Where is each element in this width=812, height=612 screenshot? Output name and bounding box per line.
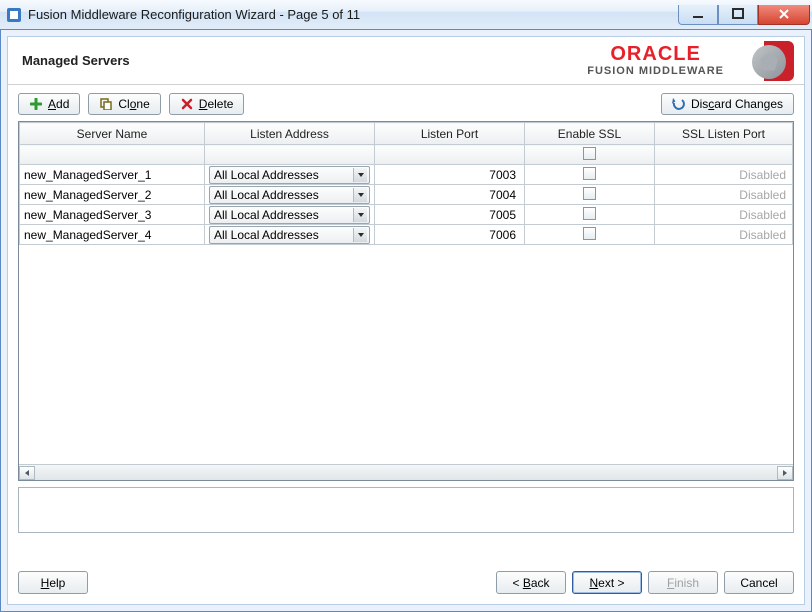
cell-listen-port[interactable]: 7006 (375, 225, 525, 245)
maximize-button[interactable] (718, 5, 758, 25)
cancel-button[interactable]: Cancel (724, 571, 794, 594)
cell-listen-address[interactable]: All Local Addresses (205, 185, 375, 205)
ssl-checkbox[interactable] (583, 167, 596, 180)
listen-address-combo[interactable]: All Local Addresses (209, 226, 370, 244)
listen-address-combo[interactable]: All Local Addresses (209, 186, 370, 204)
cell-listen-address[interactable]: All Local Addresses (205, 165, 375, 185)
add-label-rest: dd (56, 97, 69, 111)
cell-enable-ssl[interactable] (525, 185, 655, 205)
table-row[interactable]: new_ManagedServer_1 All Local Addresses 70… (20, 165, 793, 185)
cell-enable-ssl[interactable] (525, 205, 655, 225)
cell-listen-address[interactable]: All Local Addresses (205, 205, 375, 225)
close-button[interactable] (758, 5, 810, 25)
table-row[interactable]: new_ManagedServer_2 All Local Addresses 70… (20, 185, 793, 205)
cell-ssl-listen-port: Disabled (655, 205, 793, 225)
col-listen-port[interactable]: Listen Port (375, 123, 525, 145)
ssl-checkbox[interactable] (583, 227, 596, 240)
combo-value: All Local Addresses (214, 168, 353, 182)
cell-enable-ssl[interactable] (525, 165, 655, 185)
clone-button[interactable]: Clone (88, 93, 160, 115)
app-icon (6, 7, 22, 23)
chevron-down-icon[interactable] (353, 208, 367, 222)
cell-server-name[interactable]: new_ManagedServer_4 (20, 225, 205, 245)
chevron-down-icon[interactable] (353, 228, 367, 242)
select-all-ssl-checkbox[interactable] (583, 147, 596, 160)
table-row[interactable]: new_ManagedServer_3 All Local Addresses 70… (20, 205, 793, 225)
horizontal-scrollbar[interactable] (19, 464, 793, 480)
delete-button[interactable]: Delete (169, 93, 245, 115)
listen-address-combo[interactable]: All Local Addresses (209, 206, 370, 224)
ssl-checkbox[interactable] (583, 207, 596, 220)
window-title: Fusion Middleware Reconfiguration Wizard… (28, 7, 678, 22)
table-row[interactable]: new_ManagedServer_4 All Local Addresses 70… (20, 225, 793, 245)
discard-changes-button[interactable]: Discard Changes (661, 93, 794, 115)
cell-enable-ssl[interactable] (525, 225, 655, 245)
finish-button: Finish (648, 571, 718, 594)
combo-value: All Local Addresses (214, 208, 353, 222)
cell-server-name[interactable]: new_ManagedServer_1 (20, 165, 205, 185)
col-listen-address[interactable]: Listen Address (205, 123, 375, 145)
cell-ssl-listen-port: Disabled (655, 185, 793, 205)
add-button[interactable]: Add (18, 93, 80, 115)
footer-bar: Help < Back Next > Finish Cancel (8, 563, 804, 604)
cell-listen-port[interactable]: 7005 (375, 205, 525, 225)
title-bar: Fusion Middleware Reconfiguration Wizard… (0, 0, 812, 30)
help-button[interactable]: Help (18, 571, 88, 594)
cell-listen-port[interactable]: 7004 (375, 185, 525, 205)
x-icon (180, 97, 194, 111)
undo-icon (672, 97, 686, 111)
minimize-button[interactable] (678, 5, 718, 25)
chevron-down-icon[interactable] (353, 188, 367, 202)
brand-logo-text: ORACLE (587, 44, 724, 64)
cell-listen-port[interactable]: 7003 (375, 165, 525, 185)
page-title: Managed Servers (22, 53, 130, 68)
toolbar: Add Clone Delete Discard Changes (8, 85, 804, 121)
back-button[interactable]: < Back (496, 571, 566, 594)
next-button[interactable]: Next > (572, 571, 642, 594)
copy-icon (99, 97, 113, 111)
brand-block: ORACLE FUSION MIDDLEWARE (587, 41, 794, 81)
cell-server-name[interactable]: new_ManagedServer_2 (20, 185, 205, 205)
combo-value: All Local Addresses (214, 228, 353, 242)
message-area (18, 487, 794, 533)
cell-server-name[interactable]: new_ManagedServer_3 (20, 205, 205, 225)
servers-table: Server Name Listen Address Listen Port E… (18, 121, 794, 481)
col-enable-ssl[interactable]: Enable SSL (525, 123, 655, 145)
brand-badge (734, 41, 794, 81)
combo-value: All Local Addresses (214, 188, 353, 202)
cell-listen-address[interactable]: All Local Addresses (205, 225, 375, 245)
header-band: Managed Servers ORACLE FUSION MIDDLEWARE (8, 37, 804, 85)
col-server-name[interactable]: Server Name (20, 123, 205, 145)
ssl-checkbox[interactable] (583, 187, 596, 200)
scroll-right-button[interactable] (777, 466, 793, 480)
header-ssl-checkbox-cell (525, 145, 655, 165)
scroll-left-button[interactable] (19, 466, 35, 480)
cell-ssl-listen-port: Disabled (655, 165, 793, 185)
plus-icon (29, 97, 43, 111)
col-ssl-listen-port[interactable]: SSL Listen Port (655, 123, 793, 145)
brand-subtitle: FUSION MIDDLEWARE (587, 66, 724, 77)
cell-ssl-listen-port: Disabled (655, 225, 793, 245)
listen-address-combo[interactable]: All Local Addresses (209, 166, 370, 184)
chevron-down-icon[interactable] (353, 168, 367, 182)
